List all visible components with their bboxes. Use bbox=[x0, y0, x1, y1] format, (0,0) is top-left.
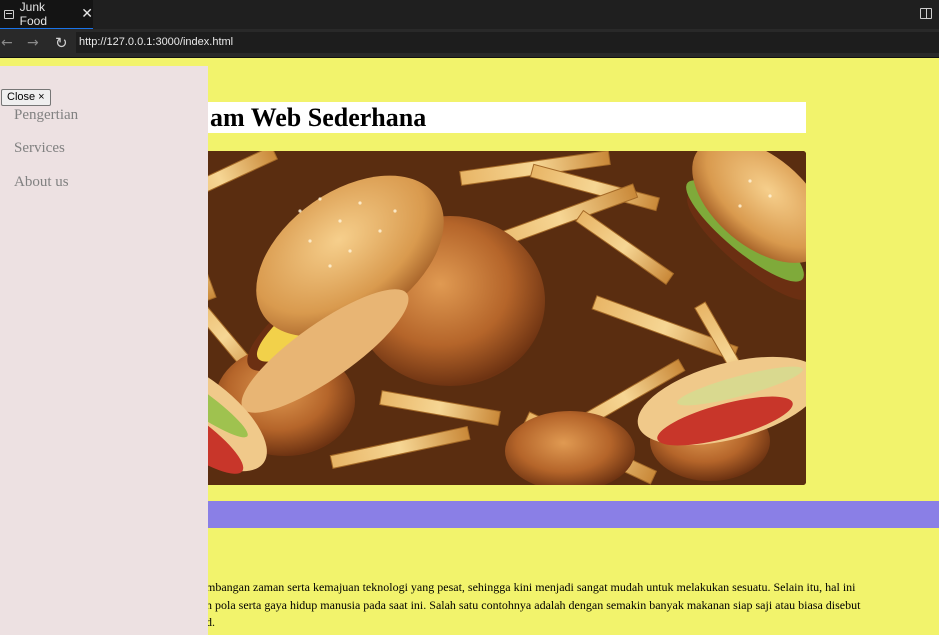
junk-food-image bbox=[150, 151, 806, 485]
page-icon bbox=[4, 9, 14, 19]
junk-food-illustration bbox=[150, 151, 806, 485]
browser-tab[interactable]: Junk Food ✕ bbox=[0, 0, 93, 29]
reload-icon[interactable]: ↻ bbox=[55, 34, 68, 52]
address-bar[interactable]: http://127.0.0.1:3000/index.html bbox=[76, 32, 939, 53]
sidebar: Close × Pengertian Services About us bbox=[0, 66, 208, 635]
web-page: am Web Sederhana mbangan zaman serta kem… bbox=[0, 58, 939, 635]
intro-paragraph: mbangan zaman serta kemajuan teknologi y… bbox=[150, 579, 939, 632]
browser-tab-bar: Junk Food ✕ bbox=[0, 0, 939, 29]
tab-title: Junk Food bbox=[19, 0, 48, 28]
back-arrow-icon[interactable]: ← bbox=[1, 34, 13, 52]
sidebar-item-pengertian[interactable]: Pengertian bbox=[14, 107, 78, 124]
section-band bbox=[150, 501, 939, 528]
sidebar-item-services[interactable]: Services bbox=[14, 140, 65, 157]
paragraph-line: d. bbox=[206, 615, 215, 629]
forward-arrow-icon[interactable]: → bbox=[27, 34, 39, 52]
browser-nav-bar: ← → ↻ http://127.0.0.1:3000/index.html bbox=[0, 29, 939, 58]
paragraph-line: mbangan zaman serta kemajuan teknologi y… bbox=[206, 580, 856, 594]
sidebar-item-about-us[interactable]: About us bbox=[14, 174, 69, 191]
close-tab-icon[interactable]: ✕ bbox=[81, 7, 93, 21]
close-button[interactable]: Close × bbox=[1, 89, 51, 106]
page-title: am Web Sederhana bbox=[210, 103, 427, 132]
paragraph-line: n pola serta gaya hidup manusia pada saa… bbox=[206, 597, 861, 612]
split-editor-icon[interactable] bbox=[920, 8, 932, 19]
